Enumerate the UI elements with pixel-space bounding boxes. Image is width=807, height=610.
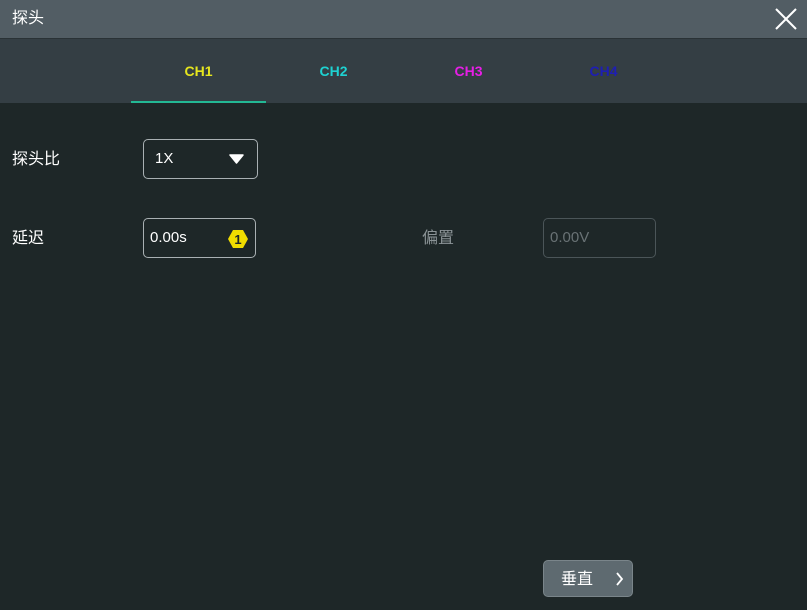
delay-label: 延迟 <box>12 228 45 247</box>
chevron-right-icon <box>616 572 624 586</box>
offset-label: 偏置 <box>422 228 455 247</box>
close-icon <box>775 8 797 30</box>
tab-ch2[interactable]: CH2 <box>266 39 401 103</box>
delay-value: 0.00s <box>150 229 187 246</box>
channel-tabs: CH1 CH2 CH3 CH4 <box>0 38 807 103</box>
offset-value: 0.00V <box>550 229 590 246</box>
offset-input: 0.00V <box>543 218 656 258</box>
vertical-button[interactable]: 垂直 <box>543 560 633 597</box>
probe-ratio-value: 1X <box>155 150 174 167</box>
delay-input[interactable]: 0.00s 1 <box>143 218 256 258</box>
tab-label: CH1 <box>184 63 213 79</box>
caret-down-icon <box>229 154 244 164</box>
knob-badge-label: 1 <box>234 232 241 247</box>
close-button[interactable] <box>774 7 798 31</box>
probe-ratio-select[interactable]: 1X <box>143 139 258 179</box>
tab-ch1[interactable]: CH1 <box>131 39 266 103</box>
dialog-title: 探头 <box>12 8 45 27</box>
tab-ch3[interactable]: CH3 <box>401 39 536 103</box>
knob-1-badge-icon: 1 <box>228 230 248 248</box>
tab-label: CH4 <box>589 63 618 79</box>
tab-label: CH3 <box>454 63 483 79</box>
title-bar: 探头 <box>0 0 807 38</box>
probe-ratio-label: 探头比 <box>12 149 61 168</box>
vertical-button-label: 垂直 <box>561 569 594 588</box>
tab-label: CH2 <box>319 63 348 79</box>
tab-ch4[interactable]: CH4 <box>536 39 671 103</box>
